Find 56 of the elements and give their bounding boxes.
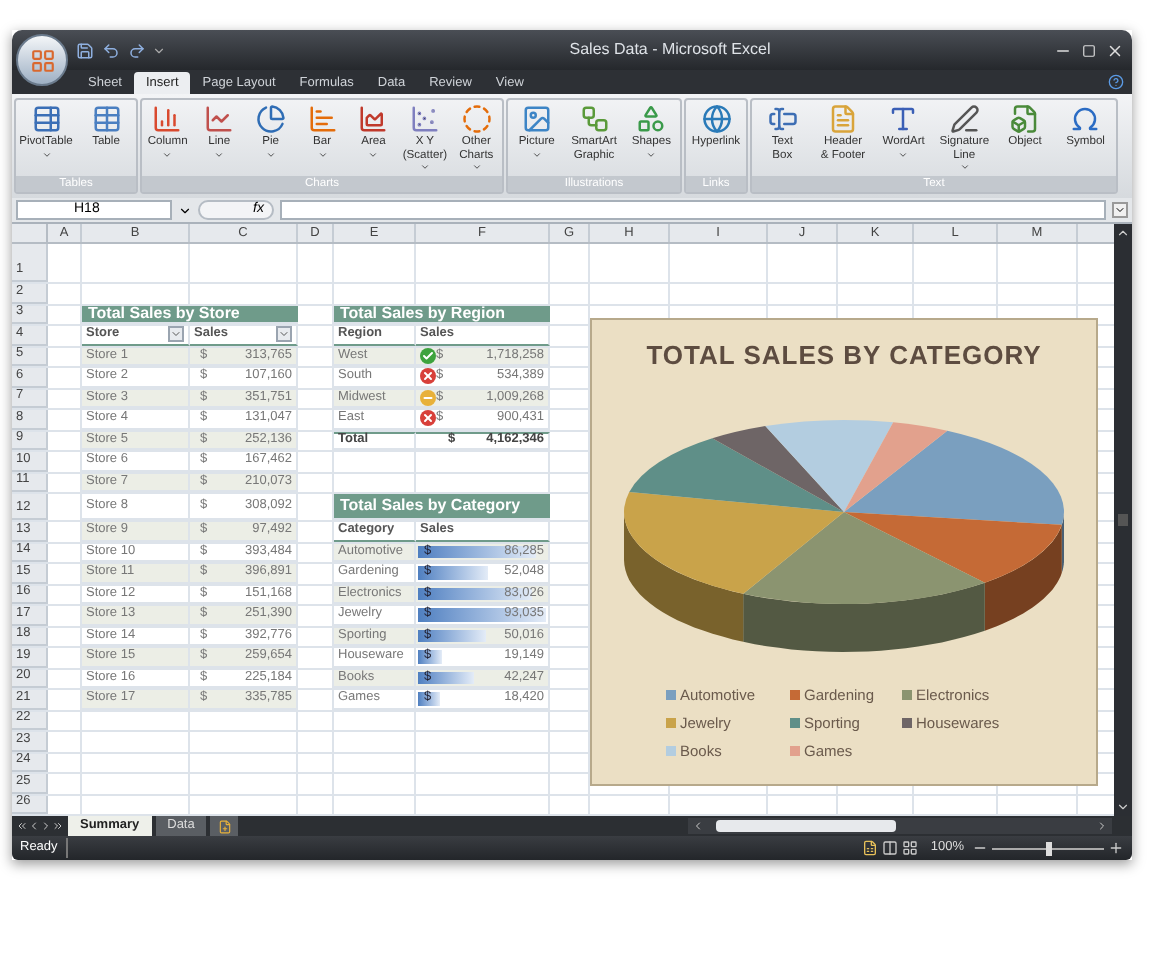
line-chart-icon xyxy=(204,104,235,134)
column-chart-icon xyxy=(152,104,183,134)
table-icon xyxy=(91,104,121,134)
scroll-right-icon[interactable] xyxy=(1096,820,1108,832)
office-logo-icon xyxy=(29,47,55,73)
maximize-icon[interactable] xyxy=(1082,43,1096,57)
slider-thumb[interactable] xyxy=(1046,841,1052,855)
new-sheet-icon xyxy=(217,819,232,833)
document-icon xyxy=(1009,104,1040,134)
redo-icon[interactable] xyxy=(128,41,146,59)
undo-icon[interactable] xyxy=(102,41,120,59)
scroll-thumb[interactable] xyxy=(1118,514,1128,526)
scroll-thumb[interactable] xyxy=(716,820,896,832)
scroll-up-icon[interactable] xyxy=(1116,226,1130,240)
formula-input[interactable] xyxy=(280,200,1106,220)
next-sheet-icon[interactable] xyxy=(40,820,52,832)
expand-icon[interactable] xyxy=(1112,202,1128,218)
filter-button[interactable] xyxy=(276,326,292,343)
omega-icon xyxy=(1070,104,1101,134)
zoom-in-icon[interactable] xyxy=(1108,840,1124,856)
vertical-scrollbar[interactable] xyxy=(1114,224,1132,816)
caret-icon xyxy=(278,328,290,341)
pivot-table-icon xyxy=(31,104,61,134)
last-sheet-icon[interactable] xyxy=(52,820,64,832)
chart-title: TOTAL SALES BY CATEGORY xyxy=(646,338,1042,374)
donut-chart-icon xyxy=(461,104,492,134)
area-chart-icon xyxy=(358,104,389,134)
name-box-caret-icon[interactable] xyxy=(178,203,192,217)
letter-icon xyxy=(888,104,919,134)
diagram-icon xyxy=(579,104,609,134)
pen-icon xyxy=(949,104,980,134)
bar-chart-icon xyxy=(307,104,338,134)
normal-view-icon[interactable] xyxy=(862,840,879,856)
first-sheet-icon[interactable] xyxy=(16,820,28,832)
help-icon[interactable] xyxy=(1108,74,1124,90)
picture-icon xyxy=(521,104,552,134)
globe-icon xyxy=(701,104,731,134)
previous-sheet-icon[interactable] xyxy=(28,820,40,832)
scatter-chart-icon xyxy=(409,104,440,134)
horizontal-scrollbar[interactable] xyxy=(688,818,1112,834)
text-box-icon xyxy=(767,104,798,134)
page-break-view-icon[interactable] xyxy=(902,840,919,856)
insert-sheet-button[interactable] xyxy=(210,816,239,836)
filter-button[interactable] xyxy=(168,326,184,343)
save-icon[interactable] xyxy=(76,41,94,59)
caret-icon xyxy=(170,328,182,341)
table-title: Total Sales by Category xyxy=(334,494,550,520)
window-title: Sales Data - Microsoft Excel xyxy=(567,38,773,62)
scroll-down-icon[interactable] xyxy=(1116,800,1130,814)
close-icon[interactable] xyxy=(1106,41,1124,59)
page-icon xyxy=(827,104,858,134)
shapes-icon xyxy=(636,104,667,134)
customize-caret-icon[interactable] xyxy=(152,43,166,57)
pie-chart-icon xyxy=(255,104,286,134)
page-layout-view-icon[interactable] xyxy=(882,840,899,856)
scroll-left-icon[interactable] xyxy=(692,820,704,832)
